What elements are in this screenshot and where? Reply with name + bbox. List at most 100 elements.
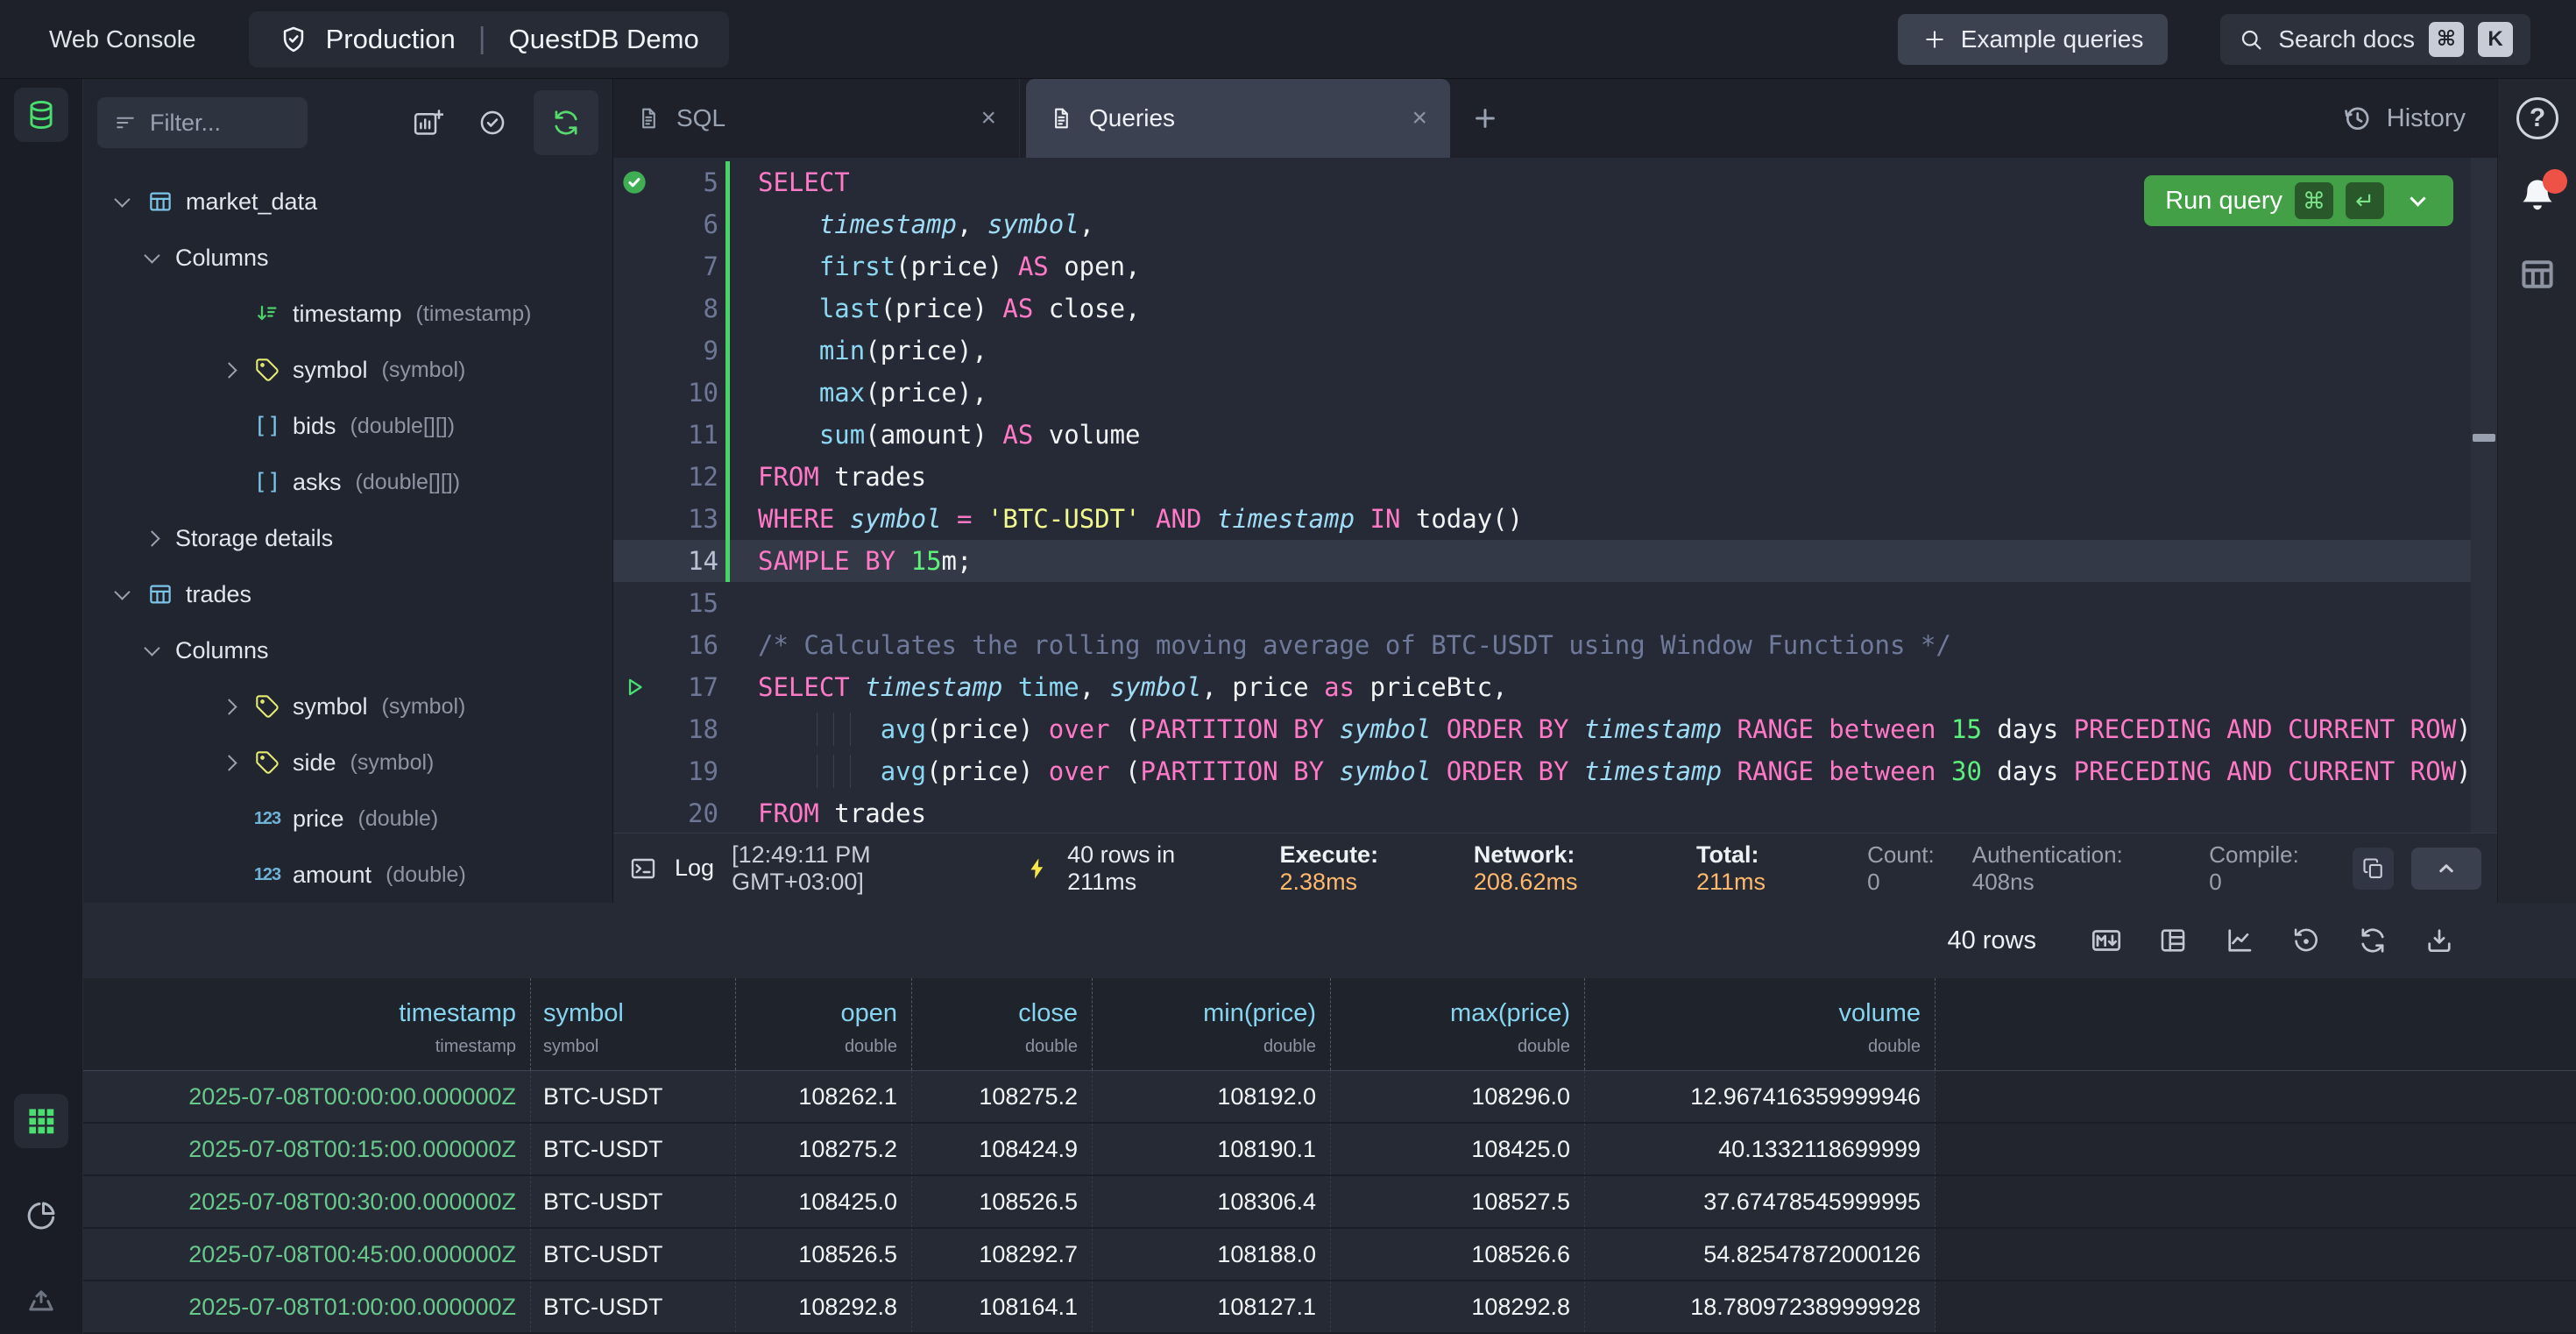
cell-close[interactable]: 108164.1 — [912, 1281, 1093, 1332]
tree-item-side[interactable]: side(symbol) — [83, 734, 612, 791]
tree-item-symbol[interactable]: symbol(symbol) — [83, 678, 612, 734]
code-line-14[interactable]: 14SAMPLE BY 15m; — [613, 540, 2497, 582]
chevron-right-icon[interactable] — [221, 755, 237, 770]
cell-volume[interactable]: 12.967416359999946 — [1585, 1071, 1936, 1122]
add-materialized-view-button[interactable] — [395, 90, 460, 155]
cell-max(price)[interactable]: 108292.8 — [1331, 1281, 1585, 1332]
check-marker-icon[interactable] — [613, 161, 655, 203]
tree-item-asks[interactable]: []asks(double[][]) — [83, 454, 612, 510]
run-query-button[interactable]: Run query ⌘ ↵ — [2144, 175, 2453, 226]
code-line-7[interactable]: 7 first(price) AS open, — [613, 245, 2497, 287]
tree-item-Columns[interactable]: Columns — [83, 622, 612, 678]
cell-symbol[interactable]: BTC-USDT — [531, 1229, 736, 1280]
help-button[interactable]: ? — [2498, 89, 2576, 147]
markdown-export-button[interactable] — [2073, 914, 2140, 967]
table-panel-button[interactable] — [2498, 245, 2576, 303]
instance-badge[interactable]: Production | QuestDB Demo — [249, 11, 729, 67]
chart-button[interactable] — [2206, 914, 2273, 967]
tree-item-price[interactable]: 123price(double) — [83, 791, 612, 847]
cell-volume[interactable]: 40.1332118699999 — [1585, 1124, 1936, 1174]
cell-max(price)[interactable]: 108526.6 — [1331, 1229, 1585, 1280]
column-header-min(price)[interactable]: min(price)double — [1093, 978, 1331, 1070]
cell-timestamp[interactable]: 2025-07-08T00:15:00.000000Z — [83, 1124, 531, 1174]
cell-max(price)[interactable]: 108527.5 — [1331, 1176, 1585, 1227]
sql-editor[interactable]: 5SELECT6 timestamp, symbol,7 first(price… — [613, 158, 2497, 833]
code-line-15[interactable]: 15 — [613, 582, 2497, 624]
column-header-timestamp[interactable]: timestamptimestamp — [83, 978, 531, 1070]
code-line-8[interactable]: 8 last(price) AS close, — [613, 287, 2497, 330]
column-header-symbol[interactable]: symbolsymbol — [531, 978, 736, 1070]
new-tab-button[interactable] — [1450, 79, 1520, 158]
tree-item-bids[interactable]: []bids(double[][]) — [83, 398, 612, 454]
collapse-log-button[interactable] — [2411, 848, 2481, 890]
search-docs-button[interactable]: Search docs ⌘ K — [2220, 14, 2530, 65]
restore-button[interactable] — [2273, 914, 2339, 967]
cell-symbol[interactable]: BTC-USDT — [531, 1124, 736, 1174]
cell-timestamp[interactable]: 2025-07-08T00:30:00.000000Z — [83, 1176, 531, 1227]
table-row[interactable]: 2025-07-08T00:30:00.000000ZBTC-USDT10842… — [83, 1176, 2576, 1229]
tab-queries[interactable]: Queries × — [1026, 79, 1450, 158]
cell-symbol[interactable]: BTC-USDT — [531, 1281, 736, 1332]
select-tables-button[interactable] — [460, 90, 525, 155]
code-line-10[interactable]: 10 max(price), — [613, 372, 2497, 414]
scrollbar-thumb[interactable] — [2473, 434, 2495, 442]
cell-symbol[interactable]: BTC-USDT — [531, 1176, 736, 1227]
cell-volume[interactable]: 18.780972389999928 — [1585, 1281, 1936, 1332]
chevron-down-icon[interactable] — [114, 191, 130, 207]
cell-min(price)[interactable]: 108127.1 — [1093, 1281, 1331, 1332]
code-area[interactable]: 5SELECT6 timestamp, symbol,7 first(price… — [613, 158, 2497, 833]
database-panel-button[interactable] — [14, 88, 68, 142]
chart-view-button[interactable] — [14, 1189, 68, 1243]
tree-item-market_data[interactable]: market_data — [83, 174, 612, 230]
cell-close[interactable]: 108424.9 — [912, 1124, 1093, 1174]
cell-close[interactable]: 108526.5 — [912, 1176, 1093, 1227]
cell-close[interactable]: 108275.2 — [912, 1071, 1093, 1122]
cell-min(price)[interactable]: 108188.0 — [1093, 1229, 1331, 1280]
example-queries-button[interactable]: Example queries — [1898, 14, 2169, 65]
table-row[interactable]: 2025-07-08T00:00:00.000000ZBTC-USDT10826… — [83, 1071, 2576, 1124]
code-line-20[interactable]: 20FROM trades — [613, 792, 2497, 833]
chevron-down-icon[interactable] — [2410, 190, 2425, 206]
table-row[interactable]: 2025-07-08T01:00:00.000000ZBTC-USDT 10829… — [83, 1281, 2576, 1334]
import-button[interactable] — [14, 1273, 68, 1327]
cell-open[interactable]: 108526.5 — [736, 1229, 912, 1280]
tree-item-symbol[interactable]: symbol(symbol) — [83, 342, 612, 398]
notifications-button[interactable] — [2498, 167, 2576, 224]
code-line-19[interactable]: 19 avg(price) over (PARTITION BY symbol … — [613, 750, 2497, 792]
chevron-down-icon[interactable] — [144, 247, 159, 263]
column-header-close[interactable]: closedouble — [912, 978, 1093, 1070]
code-line-12[interactable]: 12FROM trades — [613, 456, 2497, 498]
tree-item-trades[interactable]: trades — [83, 566, 612, 622]
tree-item-amount[interactable]: 123amount(double) — [83, 847, 612, 903]
close-tab-icon[interactable]: × — [1412, 103, 1427, 133]
code-line-17[interactable]: 17SELECT timestamp time, symbol, price a… — [613, 666, 2497, 708]
cell-open[interactable]: 108262.1 — [736, 1071, 912, 1122]
download-csv-button[interactable] — [2406, 914, 2473, 967]
column-header-open[interactable]: opendouble — [736, 978, 912, 1070]
column-header-volume[interactable]: volumedouble — [1585, 978, 1936, 1070]
chevron-down-icon[interactable] — [114, 584, 130, 600]
editor-scrollbar[interactable] — [2471, 158, 2497, 833]
cell-symbol[interactable]: BTC-USDT — [531, 1071, 736, 1122]
cell-close[interactable]: 108292.7 — [912, 1229, 1093, 1280]
tree-item-Storage details[interactable]: Storage details — [83, 510, 612, 566]
play-marker-icon[interactable] — [613, 666, 655, 708]
cell-open[interactable]: 108425.0 — [736, 1176, 912, 1227]
cell-timestamp[interactable]: 2025-07-08T01:00:00.000000Z — [83, 1281, 531, 1332]
cell-timestamp[interactable]: 2025-07-08T00:00:00.000000Z — [83, 1071, 531, 1122]
tree-item-timestamp[interactable]: timestamp(timestamp) — [83, 286, 612, 342]
cell-max(price)[interactable]: 108425.0 — [1331, 1124, 1585, 1174]
code-line-11[interactable]: 11 sum(amount) AS volume — [613, 414, 2497, 456]
chevron-right-icon[interactable] — [221, 362, 237, 378]
table-row[interactable]: 2025-07-08T00:15:00.000000ZBTC-USDT10827… — [83, 1124, 2576, 1176]
refresh-data-button[interactable] — [2339, 914, 2406, 967]
code-line-18[interactable]: 18 avg(price) over (PARTITION BY symbol … — [613, 708, 2497, 750]
close-tab-icon[interactable]: × — [980, 103, 996, 133]
columns-layout-button[interactable] — [2140, 914, 2206, 967]
cell-volume[interactable]: 37.67478545999995 — [1585, 1176, 1936, 1227]
history-button[interactable]: History — [2341, 79, 2466, 158]
chevron-right-icon[interactable] — [144, 530, 159, 546]
copy-log-button[interactable] — [2353, 848, 2395, 890]
code-line-13[interactable]: 13WHERE symbol = 'BTC-USDT' AND timestam… — [613, 498, 2497, 540]
tab-sql[interactable]: SQL × — [613, 79, 1020, 158]
